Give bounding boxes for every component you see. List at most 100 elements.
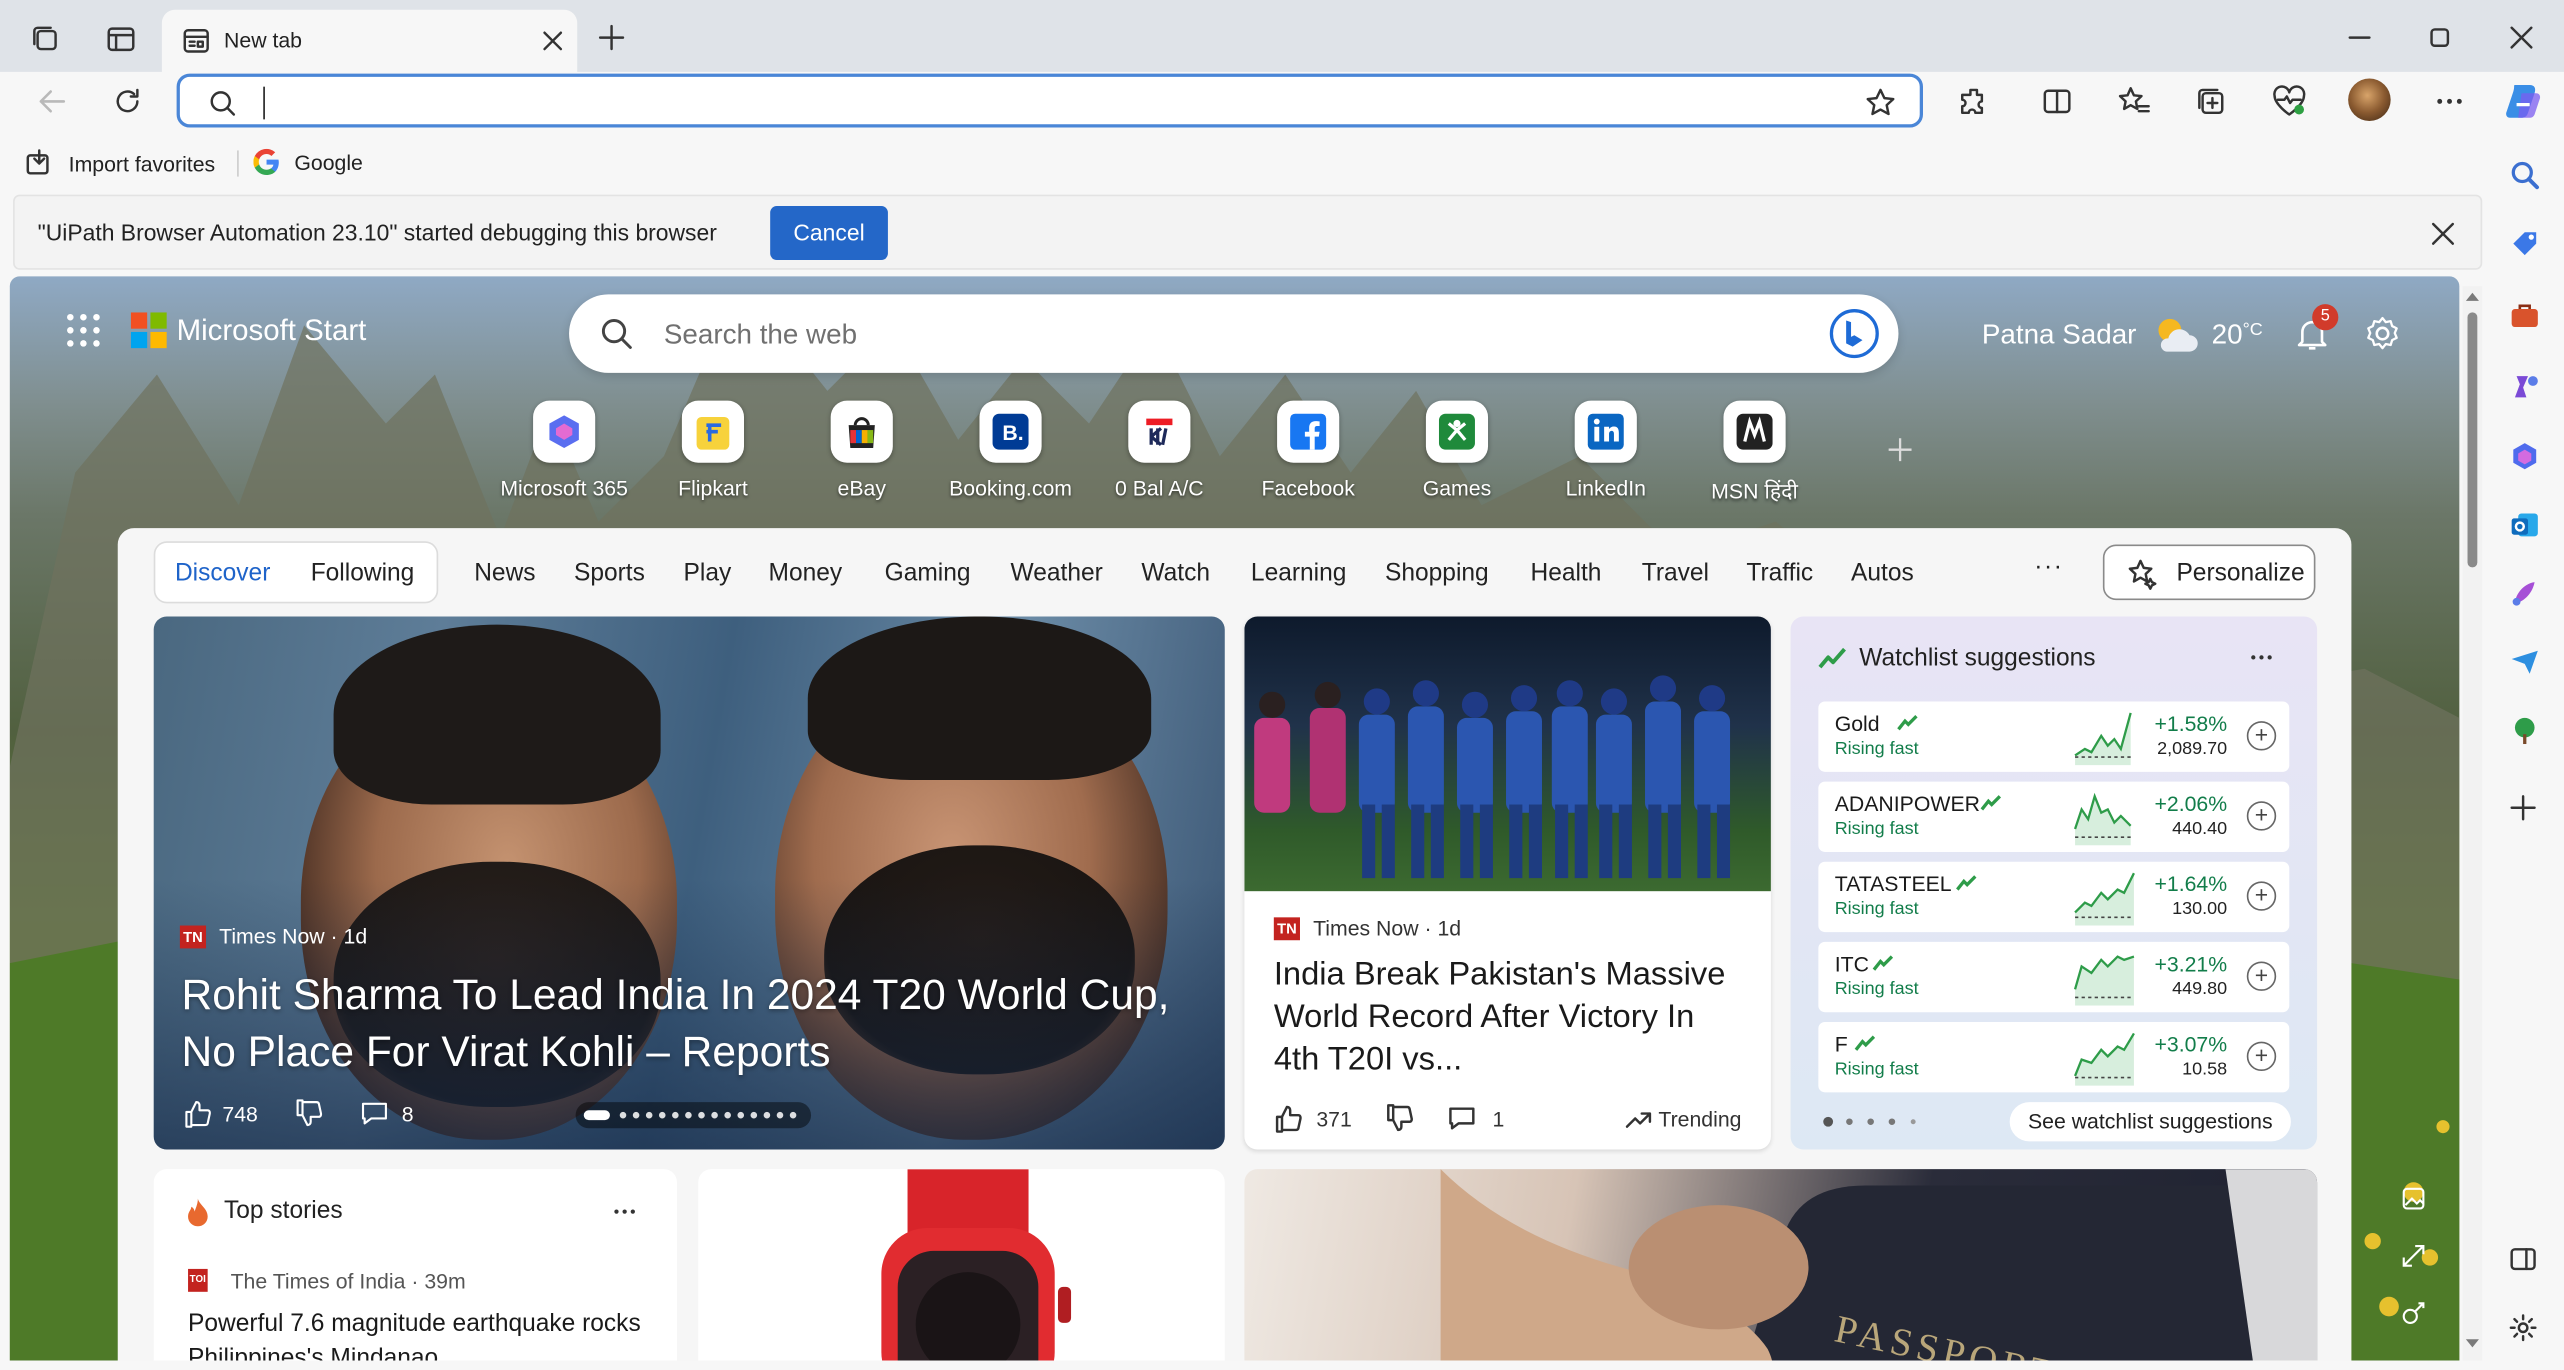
address-bar[interactable] (176, 73, 1923, 128)
passport-story-card[interactable]: PASSPORT (1244, 1169, 2318, 1361)
new-tab-plus-icon[interactable] (597, 23, 626, 52)
quick-link-flipkart[interactable]: Flipkart (639, 400, 786, 500)
background-image-icon[interactable] (2400, 1186, 2426, 1212)
close-infobar-icon[interactable] (2430, 221, 2456, 247)
scroll-up-icon[interactable] (2464, 289, 2480, 302)
back-icon[interactable] (36, 85, 69, 118)
page-settings-icon[interactable] (2363, 314, 2402, 353)
story-card[interactable]: TN Times Now · 1d India Break Pakistan's… (1244, 616, 1771, 1150)
sidebar-tools-icon[interactable] (2508, 299, 2541, 332)
tab-discover[interactable]: Discover (175, 559, 270, 587)
quick-link-microsoft-365[interactable]: Microsoft 365 (491, 400, 638, 500)
sidebar-settings-icon[interactable] (2508, 1313, 2537, 1342)
personalize-button[interactable]: Personalize (2102, 544, 2316, 601)
add-to-watchlist-button[interactable]: + (2246, 721, 2277, 751)
quick-link-facebook[interactable]: Facebook (1235, 400, 1382, 500)
expand-icon[interactable] (2400, 1243, 2426, 1269)
notifications-icon[interactable]: 5 (2293, 304, 2339, 353)
maximize-icon[interactable] (2428, 26, 2451, 49)
split-screen-icon[interactable] (2041, 85, 2074, 118)
scroll-down-icon[interactable] (2464, 1338, 2480, 1351)
quick-link-booking[interactable]: B. Booking.com (937, 400, 1084, 500)
weather-widget[interactable]: Patna Sadar 20 °C (1982, 316, 2263, 355)
tab-following[interactable]: Following (311, 559, 415, 587)
sidebar-tree-icon[interactable] (2508, 715, 2541, 748)
bing-chat-icon[interactable] (1828, 307, 1880, 359)
tab-gaming[interactable]: Gaming (885, 559, 971, 587)
scrollbar-thumb[interactable] (2467, 312, 2478, 568)
tab-watch[interactable]: Watch (1141, 559, 1210, 587)
watchlist-row-itc[interactable]: ITC Rising fast +3.21% 449.80 + (1818, 941, 2290, 1013)
top-stories-more-icon[interactable] (612, 1199, 638, 1225)
sidebar-drop-icon[interactable] (2508, 646, 2541, 679)
minimize-icon[interactable] (2348, 26, 2371, 49)
carousel-dots[interactable] (618, 1110, 801, 1120)
quick-link-games[interactable]: Games (1383, 400, 1530, 500)
hero-headline[interactable]: Rohit Sharma To Lead India In 2024 T20 W… (182, 966, 1196, 1080)
add-quick-link-icon[interactable] (1887, 437, 1913, 463)
quick-link-linkedin[interactable]: LinkedIn (1532, 400, 1679, 500)
refresh-icon[interactable] (111, 85, 144, 118)
add-to-watchlist-button[interactable]: + (2246, 881, 2277, 911)
add-to-watchlist-button[interactable]: + (2246, 961, 2277, 991)
dislike-icon[interactable] (294, 1099, 323, 1128)
add-favorite-star-icon[interactable] (1864, 87, 1897, 120)
tab-shopping[interactable]: Shopping (1385, 559, 1489, 587)
sidebar-games-icon[interactable] (2508, 371, 2541, 404)
watchlist-row-tatasteel[interactable]: TATASTEEL Rising fast +1.64% 130.00 + (1818, 861, 2290, 933)
comment-icon[interactable] (359, 1099, 388, 1128)
sidebar-add-icon[interactable] (2508, 793, 2537, 822)
import-favorites-item[interactable]: Import favorites (25, 149, 216, 178)
top-stories-headline[interactable]: Powerful 7.6 magnitude earthquake rocks … (188, 1307, 662, 1361)
cancel-button[interactable]: Cancel (770, 206, 888, 260)
sidebar-shopping-icon[interactable] (2508, 227, 2541, 260)
collections-icon[interactable] (2194, 85, 2227, 118)
tab-actions-icon[interactable] (105, 23, 138, 56)
tab-new-tab[interactable]: New tab (161, 9, 578, 72)
web-search-input[interactable]: Search the web (664, 319, 857, 352)
carousel-dot-active[interactable] (583, 1110, 610, 1121)
comment-icon[interactable] (1447, 1104, 1476, 1133)
browser-essentials-icon[interactable] (2271, 85, 2307, 118)
page-scrollbar[interactable] (2462, 286, 2483, 1361)
settings-more-icon[interactable] (2433, 85, 2466, 118)
tab-traffic[interactable]: Traffic (1746, 559, 1813, 587)
more-tabs-button[interactable]: ··· (2034, 553, 2063, 581)
sidebar-search-icon[interactable] (2508, 159, 2541, 192)
favorites-icon[interactable] (2118, 85, 2151, 118)
tab-autos[interactable]: Autos (1851, 559, 1914, 587)
app-launcher-icon[interactable] (65, 312, 101, 348)
watchlist-row-adanipower[interactable]: ADANIPOWER Rising fast +2.06% 440.40 + (1818, 781, 2290, 852)
close-tab-icon[interactable] (541, 29, 564, 52)
like-icon[interactable] (1274, 1104, 1303, 1133)
tab-play[interactable]: Play (684, 559, 732, 587)
quick-link-msn[interactable]: MSN हिंदी (1681, 400, 1828, 506)
add-to-watchlist-button[interactable]: + (2246, 1041, 2277, 1072)
add-to-watchlist-button[interactable]: + (2246, 801, 2277, 831)
watchlist-pager-dots[interactable] (1822, 1115, 1920, 1128)
feedback-icon[interactable] (2400, 1300, 2426, 1326)
extensions-icon[interactable] (1957, 85, 1990, 118)
dislike-icon[interactable] (1385, 1104, 1414, 1133)
tab-news[interactable]: News (474, 559, 535, 587)
watchlist-row-f[interactable]: F Rising fast +3.07% 10.58 + (1818, 1022, 2290, 1093)
watchlist-more-icon[interactable] (2248, 644, 2274, 670)
sidebar-designer-icon[interactable] (2508, 577, 2541, 610)
close-window-icon[interactable] (2510, 26, 2533, 49)
see-watchlist-suggestions-button[interactable]: See watchlist suggestions (2009, 1102, 2291, 1142)
tab-health[interactable]: Health (1531, 559, 1602, 587)
sidebar-microsoft-365-icon[interactable] (2508, 440, 2541, 473)
tab-money[interactable]: Money (769, 559, 843, 587)
carousel-indicator[interactable] (575, 1102, 812, 1129)
workspaces-icon[interactable] (29, 23, 62, 56)
google-favorite-item[interactable]: Google (253, 148, 363, 175)
tab-travel[interactable]: Travel (1642, 559, 1709, 587)
sidebar-outlook-icon[interactable] (2508, 509, 2541, 542)
profile-avatar[interactable] (2348, 78, 2391, 122)
watchlist-row-gold[interactable]: Gold Rising fast +1.58% 2,089.70 + (1818, 701, 2290, 772)
tab-learning[interactable]: Learning (1251, 559, 1346, 587)
tab-weather[interactable]: Weather (1011, 559, 1103, 587)
quick-link-ebay[interactable]: eBay (788, 400, 935, 500)
sidebar-hide-icon[interactable] (2508, 1244, 2537, 1273)
hero-story-card[interactable]: TN Times Now · 1d Rohit Sharma To Lead I… (153, 616, 1225, 1150)
